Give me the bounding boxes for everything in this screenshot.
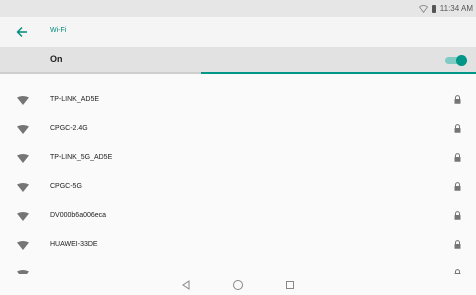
network-list: TP-LINK_AD5E CPGC-2.4G TP-LINK_5G_AD5E C… [0,74,476,274]
network-item[interactable]: TP-LINK_AD5E [0,87,476,116]
network-item[interactable]: DV000b6a006eca [0,203,476,232]
status-time: 11:34 AM [439,4,473,13]
wifi-signal-icon [17,212,29,221]
network-name: HUAWEI-33DE [50,241,98,248]
network-item[interactable]: HUAWEI-33DE [0,232,476,261]
network-name: DV000b6a006eca [50,212,107,219]
navigation-bar [0,274,476,295]
lock-icon [454,211,461,220]
wifi-switch[interactable] [445,55,467,66]
status-icons: 11:34 AM [418,2,473,15]
nav-back-icon[interactable] [179,278,193,292]
lock-icon [454,153,461,162]
battery-icon [431,4,436,13]
wifi-signal-icon [17,96,29,105]
nav-recents-icon[interactable] [283,278,297,292]
status-bar: 11:34 AM [0,0,476,17]
wifi-outline-icon [418,4,428,13]
lock-icon [454,124,461,133]
page-title: Wi-Fi [50,27,67,34]
network-name: CPGC-2.4G [50,125,88,132]
wifi-signal-icon [17,241,29,250]
wifi-signal-icon [17,125,29,134]
switch-thumb [456,55,467,66]
toggle-label: On [50,54,63,64]
network-item[interactable]: CPGC-5G [0,174,476,203]
app-bar: Wi-Fi [0,17,476,47]
network-item[interactable]: TP-LINK_5G_AD5E [0,145,476,174]
wifi-toggle-row[interactable]: On [0,47,476,72]
network-name: TP-LINK_AD5E [50,96,100,103]
network-item[interactable]: CPGC-2.4G [0,116,476,145]
lock-icon [454,240,461,249]
wifi-signal-icon [17,154,29,163]
wifi-signal-icon [17,183,29,192]
network-name: CPGC-5G [50,183,82,190]
lock-icon [454,95,461,104]
nav-home-icon[interactable] [231,278,245,292]
network-name: TP-LINK_5G_AD5E [50,154,113,161]
network-item[interactable] [0,261,476,274]
back-arrow-icon[interactable] [15,25,29,39]
lock-icon [454,182,461,191]
